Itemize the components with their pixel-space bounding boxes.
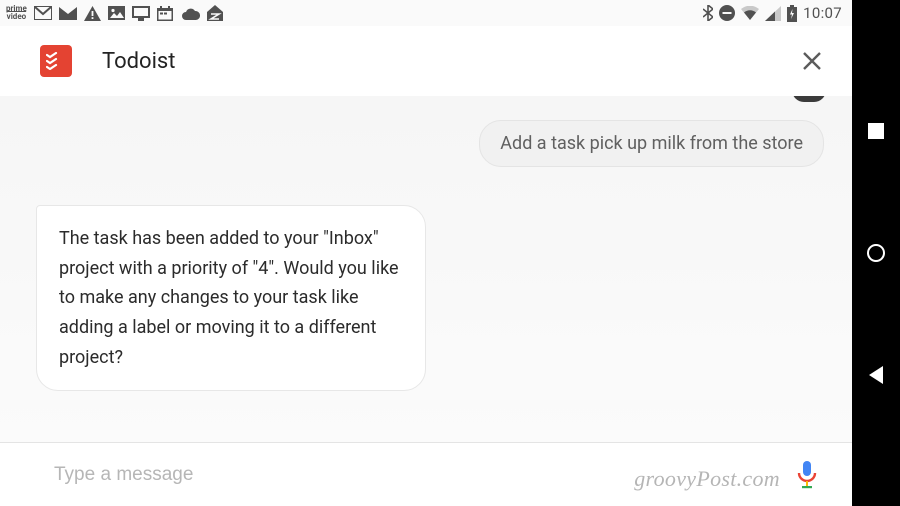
calendar-icon: [157, 6, 173, 21]
avatar: [792, 96, 826, 102]
incoming-message-text: The task has been added to your "Inbox" …: [59, 228, 399, 368]
mic-icon: [797, 461, 817, 489]
close-icon: [802, 51, 822, 71]
circle-icon: [867, 244, 885, 262]
picture-icon: [108, 6, 125, 20]
status-clock: 10:07: [803, 4, 842, 22]
incoming-message-bubble: The task has been added to your "Inbox" …: [36, 205, 426, 391]
home-button[interactable]: [867, 244, 885, 262]
triangle-icon: [869, 366, 883, 384]
outgoing-message-text: Add a task pick up milk from the store: [500, 133, 803, 154]
app-header: Todoist: [0, 26, 852, 96]
bluetooth-icon: [703, 5, 713, 21]
mic-button[interactable]: [786, 454, 828, 496]
recents-button[interactable]: [867, 122, 885, 140]
close-button[interactable]: [794, 43, 830, 79]
cloud-icon: [180, 7, 200, 20]
warning-icon: [84, 6, 101, 21]
conversation-area: Add a task pick up milk from the store T…: [0, 96, 852, 442]
android-status-bar: primevideo 10:07: [0, 0, 852, 26]
wifi-icon: [741, 6, 759, 20]
prime-video-icon: primevideo: [6, 5, 27, 21]
message-input[interactable]: [54, 464, 786, 486]
todoist-logo-icon: [40, 45, 72, 77]
outgoing-message-bubble: Add a task pick up milk from the store: [479, 120, 824, 167]
zillow-icon: [207, 5, 223, 21]
mail-icon: [59, 7, 77, 20]
battery-charging-icon: [787, 5, 797, 22]
gmail-icon: [34, 6, 52, 20]
back-button[interactable]: [867, 366, 885, 384]
message-input-bar: groovyPost.com: [0, 442, 852, 506]
android-nav-bar: [852, 0, 900, 506]
square-icon: [868, 123, 884, 139]
display-icon: [132, 6, 150, 21]
do-not-disturb-icon: [719, 5, 735, 21]
app-title: Todoist: [102, 49, 175, 74]
cell-signal-icon: [765, 6, 781, 21]
